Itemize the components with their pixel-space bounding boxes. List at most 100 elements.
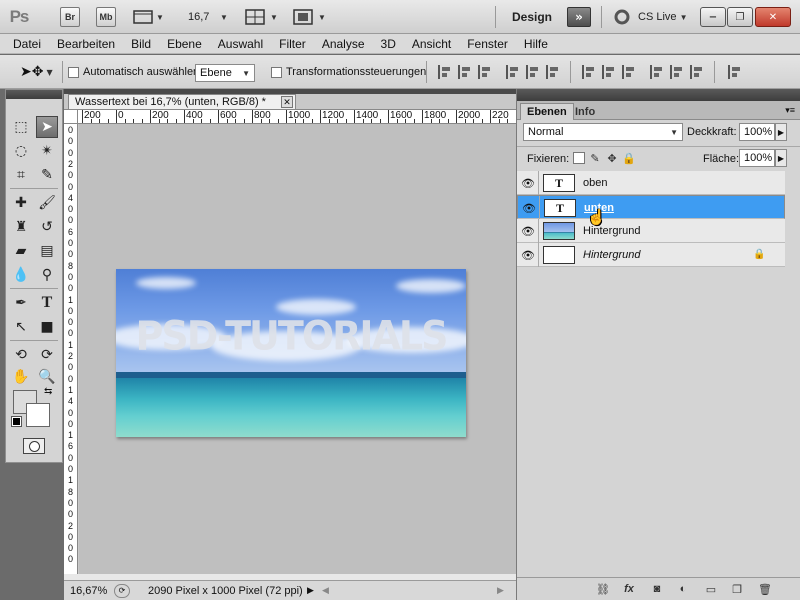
eraser-tool[interactable]: ▰ xyxy=(10,240,32,262)
ruler-origin[interactable] xyxy=(64,110,78,124)
menu-ansicht[interactable]: Ansicht xyxy=(404,37,459,51)
eye-icon[interactable]: 👁 xyxy=(522,201,536,215)
align-vertical-center-icon[interactable] xyxy=(458,65,472,79)
distribute-left-icon[interactable] xyxy=(650,65,664,79)
menu-ebene[interactable]: Ebene xyxy=(159,37,210,51)
move-tool-preset-button[interactable]: ➤✥ ▼ xyxy=(20,64,53,80)
menu-analyse[interactable]: Analyse xyxy=(314,37,373,51)
launch-bridge-button[interactable]: Br xyxy=(60,7,80,27)
align-top-icon[interactable] xyxy=(438,65,452,79)
more-workspaces-button[interactable]: » xyxy=(567,7,591,27)
new-layer-icon[interactable]: ❐ xyxy=(729,582,745,596)
document-tab[interactable]: Wassertext bei 16,7% (unten, RGB/8) * ✕ xyxy=(68,94,296,109)
blur-tool[interactable]: 💧 xyxy=(10,264,32,286)
brush-tool[interactable]: 🖌 xyxy=(36,192,58,214)
status-info-icon[interactable]: ⟳ xyxy=(114,583,130,598)
menu-3d[interactable]: 3D xyxy=(373,37,404,51)
3d-orbit-tool[interactable]: ⟳ xyxy=(36,344,58,366)
lock-all-icon[interactable]: 🔒 xyxy=(622,152,636,165)
auto-align-layers-icon[interactable] xyxy=(728,65,742,79)
chevron-down-icon[interactable]: ▼ xyxy=(318,7,326,27)
menu-hilfe[interactable]: Hilfe xyxy=(516,37,556,51)
auto-select-checkbox[interactable] xyxy=(68,66,79,78)
clone-stamp-tool[interactable]: ♜ xyxy=(10,216,32,238)
layer-row[interactable]: 👁 Hintergrund xyxy=(517,219,785,243)
background-color-swatch[interactable] xyxy=(26,403,50,427)
dodge-tool[interactable]: ⚲ xyxy=(36,264,58,286)
screen-mode-button[interactable] xyxy=(292,7,314,27)
menu-bearbeiten[interactable]: Bearbeiten xyxy=(49,37,123,51)
zoom-level[interactable]: 16,7 xyxy=(188,7,209,27)
layer-name[interactable]: Hintergrund xyxy=(583,249,640,261)
path-selection-tool[interactable]: ↖ xyxy=(10,316,32,338)
vertical-ruler[interactable]: 000200400600800100012001400160018002000 xyxy=(64,124,78,574)
align-horizontal-center-icon[interactable] xyxy=(526,65,540,79)
chevron-down-icon[interactable]: ▼ xyxy=(270,7,278,27)
distribute-top-icon[interactable] xyxy=(582,65,596,79)
menu-datei[interactable]: Datei xyxy=(5,37,49,51)
magic-wand-tool[interactable]: ✴ xyxy=(36,140,58,162)
transform-controls-option[interactable]: Transformationssteuerungen xyxy=(271,66,426,78)
distribute-bottom-icon[interactable] xyxy=(622,65,636,79)
type-tool[interactable]: T xyxy=(36,292,58,314)
eye-icon[interactable]: 👁 xyxy=(521,248,535,262)
default-colors-icon[interactable] xyxy=(11,416,22,427)
tools-panel-header[interactable] xyxy=(6,90,62,99)
hand-tool[interactable]: ✋ xyxy=(10,366,32,388)
cs-live-menu[interactable]: CS Live ▼ xyxy=(638,7,688,27)
eye-icon[interactable]: 👁 xyxy=(521,176,535,190)
opacity-field[interactable]: 100% xyxy=(739,123,775,141)
quick-mask-button[interactable] xyxy=(23,438,45,454)
distribute-hcenter-icon[interactable] xyxy=(670,65,684,79)
chevron-down-icon[interactable]: ▼ xyxy=(156,7,164,27)
spot-healing-tool[interactable]: ✚ xyxy=(10,192,32,214)
distribute-right-icon[interactable] xyxy=(690,65,704,79)
menu-filter[interactable]: Filter xyxy=(271,37,314,51)
layer-row[interactable]: 👁 Hintergrund 🔒 xyxy=(517,243,785,267)
layer-style-icon[interactable]: fx xyxy=(621,582,637,596)
adjustment-layer-icon[interactable]: ◐ xyxy=(675,582,691,596)
align-left-icon[interactable] xyxy=(506,65,520,79)
lock-pixels-icon[interactable]: ✎ xyxy=(589,152,601,165)
layer-row[interactable]: 👁 T oben xyxy=(517,171,785,195)
rectangle-tool[interactable]: ■ xyxy=(36,316,58,338)
fill-field[interactable]: 100% xyxy=(739,149,775,167)
fill-slider-icon[interactable]: ▶ xyxy=(775,149,787,167)
lasso-tool[interactable]: ◌ xyxy=(10,140,32,162)
restore-button[interactable]: ❐ xyxy=(727,7,753,27)
history-brush-tool[interactable]: ↺ xyxy=(36,216,58,238)
panel-menu-icon[interactable]: ▾≡ xyxy=(785,105,795,116)
menu-fenster[interactable]: Fenster xyxy=(459,37,516,51)
layer-row-selected[interactable]: 👁 T unten xyxy=(517,195,785,220)
close-document-icon[interactable]: ✕ xyxy=(281,96,293,108)
status-menu-arrow-icon[interactable]: ▶ xyxy=(307,585,314,596)
eye-icon[interactable]: 👁 xyxy=(521,224,535,238)
lock-transparency-icon[interactable] xyxy=(573,152,585,164)
align-bottom-icon[interactable] xyxy=(478,65,492,79)
workspace-name[interactable]: Design xyxy=(512,7,552,27)
panel-header[interactable] xyxy=(517,89,800,101)
rectangular-marquee-tool[interactable]: ⬚ xyxy=(10,116,32,138)
align-right-icon[interactable] xyxy=(546,65,560,79)
menu-auswahl[interactable]: Auswahl xyxy=(210,37,271,51)
3d-rotate-tool[interactable]: ⟲ xyxy=(10,344,32,366)
gradient-tool[interactable]: ▤ xyxy=(36,240,58,262)
menu-bild[interactable]: Bild xyxy=(123,37,159,51)
document-image[interactable]: PSD-TUTORIALS xyxy=(116,269,466,437)
horizontal-ruler[interactable]: 200 0 200 400 600 800 1000 1200 1400 1600 1800 2000… xyxy=(78,110,516,124)
link-layers-icon[interactable]: ⛓ xyxy=(595,582,611,596)
new-group-icon[interactable]: ▭ xyxy=(703,582,719,596)
zoom-tool[interactable]: 🔍 xyxy=(36,366,58,388)
layer-name[interactable]: oben xyxy=(583,177,607,189)
pen-tool[interactable]: ✒ xyxy=(10,292,32,314)
trash-icon[interactable]: 🗑 xyxy=(757,582,773,596)
swap-colors-icon[interactable]: ⇆ xyxy=(44,386,52,397)
lock-position-icon[interactable]: ✥ xyxy=(606,152,618,165)
distribute-center-icon[interactable] xyxy=(602,65,616,79)
scroll-right-icon[interactable]: ▶ xyxy=(497,585,504,596)
chevron-down-icon[interactable]: ▼ xyxy=(220,7,228,27)
layer-name[interactable]: Hintergrund xyxy=(583,225,640,237)
tab-ebenen[interactable]: Ebenen xyxy=(520,103,574,120)
view-extras-button[interactable] xyxy=(132,7,154,27)
canvas-area[interactable]: PSD-TUTORIALS xyxy=(79,124,516,574)
